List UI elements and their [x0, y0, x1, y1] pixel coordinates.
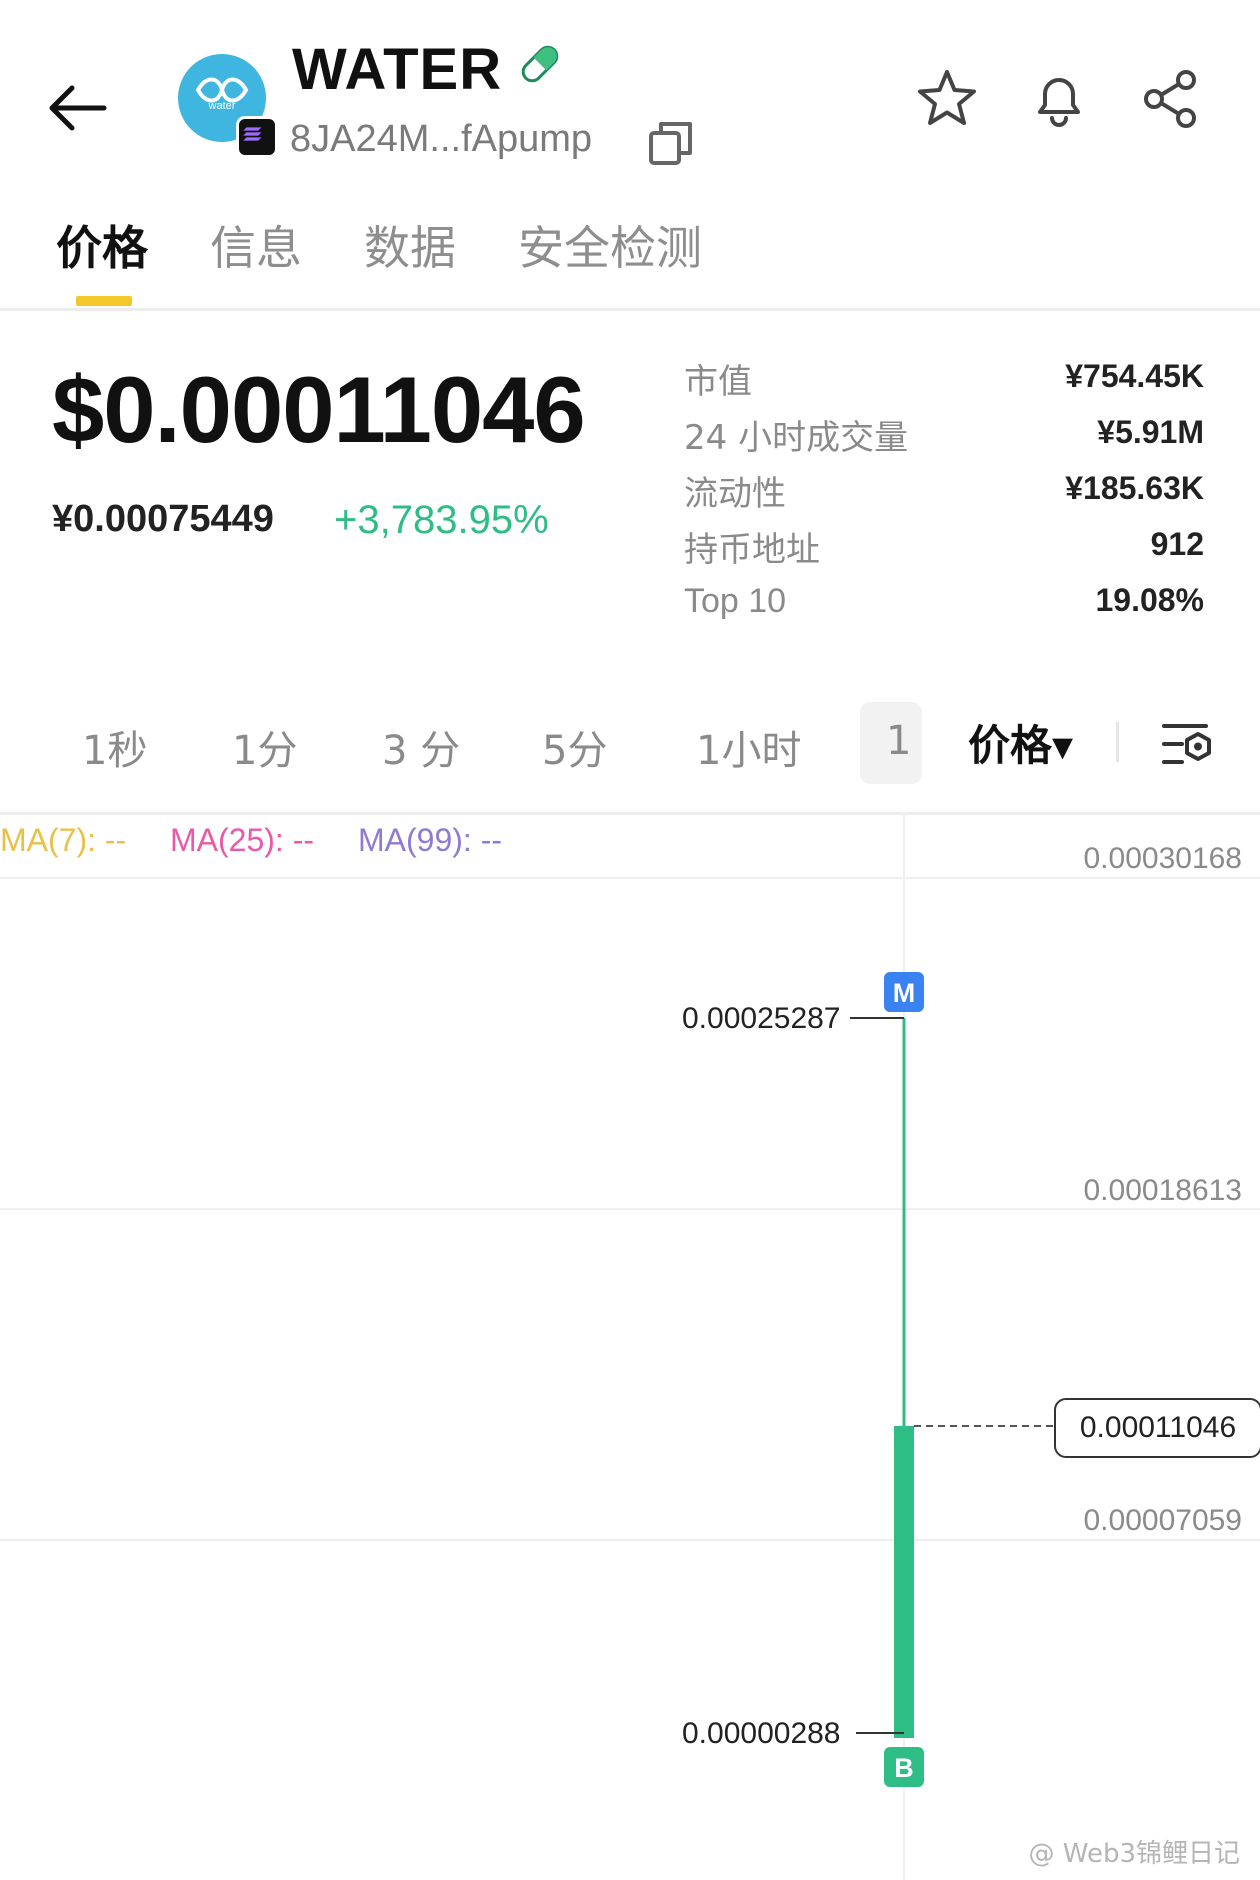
price-chart[interactable]: 0.00025287 0.00000288 M B [0, 812, 1260, 1880]
solana-chain-badge [236, 116, 278, 158]
buy-marker-label: B [894, 1753, 914, 1783]
stat-label-24h-volume: 24 小时成交量 [684, 418, 909, 458]
interval-3m[interactable]: 3 分 [382, 718, 460, 776]
price-change-percent: +3,783.95% [334, 498, 549, 542]
interval-5m[interactable]: 5分 [542, 718, 607, 776]
star-icon[interactable] [914, 66, 980, 132]
chart-settings-icon[interactable] [1160, 716, 1216, 772]
interval-1h[interactable]: 1小时 [696, 718, 801, 776]
interval-more[interactable]: 1 [886, 718, 911, 764]
tab-info[interactable]: 信息 [210, 212, 302, 278]
buy-marker[interactable]: B [884, 1747, 924, 1787]
token-name: WATER [292, 37, 503, 102]
interval-1m[interactable]: 1分 [232, 718, 297, 776]
y-axis-tick: 0.00007059 [1083, 1504, 1243, 1537]
stat-value-holders: 912 [1150, 526, 1204, 562]
logo-text: water [208, 100, 236, 112]
share-icon[interactable] [1138, 66, 1204, 132]
low-price-label: 0.00000288 [682, 1717, 841, 1750]
stat-value-top10: 19.08% [1095, 582, 1204, 618]
copy-icon[interactable] [646, 118, 696, 168]
stat-label-holders: 持币地址 [684, 530, 820, 570]
stat-label-top10: Top 10 [684, 582, 787, 620]
price-cny: ¥0.00075449 [52, 498, 274, 540]
high-price-label: 0.00025287 [682, 1002, 841, 1035]
candle-body[interactable] [894, 1426, 914, 1738]
stat-label-liquidity: 流动性 [684, 474, 786, 514]
price-type-dropdown[interactable]: 价格▾ [968, 712, 1073, 773]
watermark: @ Web3锦鲤日记 [1028, 1839, 1241, 1869]
bell-icon[interactable] [1026, 66, 1092, 132]
y-axis-tick: 0.00030168 [1083, 842, 1243, 875]
tab-price[interactable]: 价格 [56, 212, 148, 278]
toolbar-separator [1116, 722, 1119, 762]
pill-icon [521, 45, 559, 83]
tab-security-check[interactable]: 安全检测 [518, 212, 702, 278]
stat-value-market-cap: ¥754.45K [1065, 358, 1204, 394]
stat-label-market-cap: 市值 [684, 362, 752, 402]
interval-1s[interactable]: 1秒 [82, 718, 147, 776]
price-usd: $0.00011046 [52, 357, 586, 462]
stat-value-liquidity: ¥185.63K [1065, 470, 1204, 506]
migrate-marker[interactable]: M [884, 972, 924, 1012]
tabs-divider [0, 308, 1260, 311]
active-tab-indicator [76, 296, 132, 306]
current-price-tag: 0.00011046 [1054, 1398, 1260, 1458]
tab-data[interactable]: 数据 [364, 212, 456, 278]
contract-address[interactable]: 8JA24M...fApump [290, 118, 592, 161]
y-axis-tick: 0.00018613 [1083, 1174, 1243, 1207]
migrate-marker-label: M [893, 978, 916, 1008]
back-arrow-icon[interactable] [42, 72, 114, 144]
stat-value-24h-volume: ¥5.91M [1097, 414, 1204, 450]
